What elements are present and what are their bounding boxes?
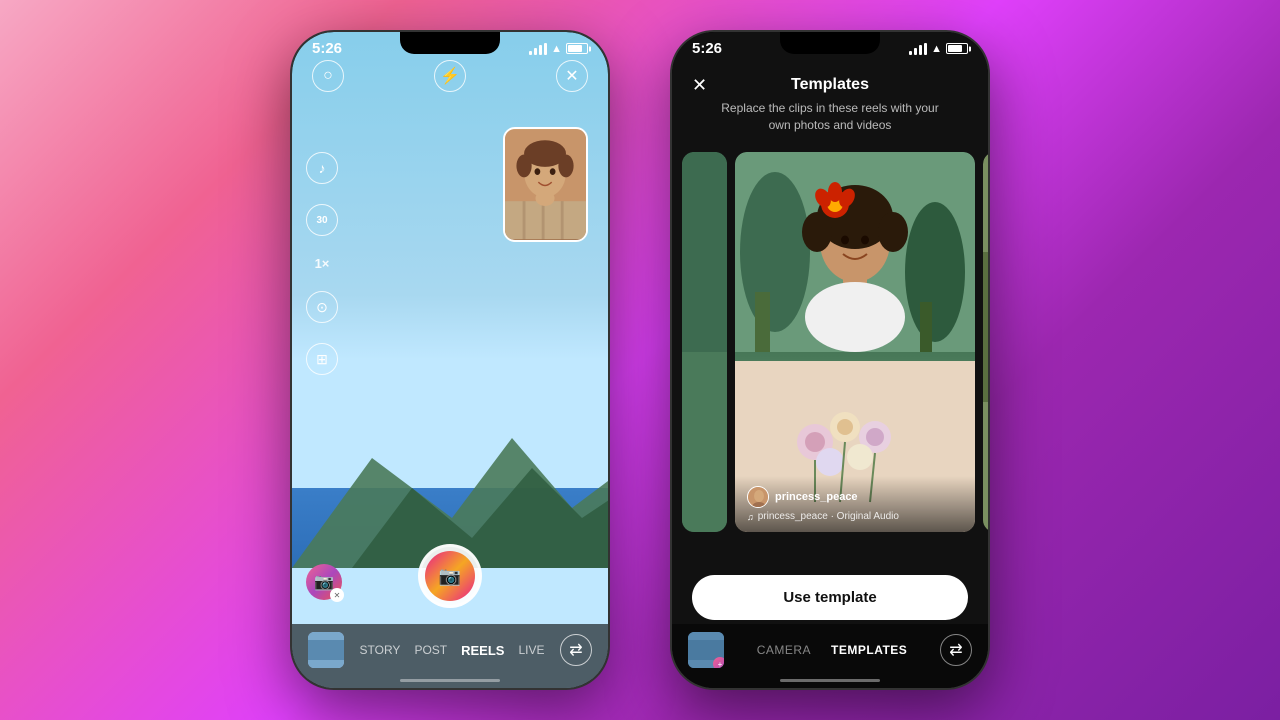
time-phone2: 5:26 bbox=[692, 40, 722, 57]
signal-icon bbox=[529, 43, 547, 55]
nav-item-reels[interactable]: REELS bbox=[461, 643, 504, 658]
gallery-icon[interactable]: 📷 ✕ bbox=[306, 564, 342, 600]
templates-nav-items: CAMERA TEMPLATES bbox=[757, 643, 908, 657]
audio-text: princess_peace · Original Audio bbox=[758, 511, 899, 522]
signal-icon-2 bbox=[909, 43, 927, 55]
flip-button-2[interactable]: ⇄ bbox=[940, 634, 972, 666]
battery-icon bbox=[566, 43, 588, 54]
left-card-image bbox=[682, 152, 727, 532]
templates-header: ✕ Templates Replace the clips in these r… bbox=[672, 60, 988, 134]
notch-2 bbox=[780, 32, 880, 54]
templates-close-button[interactable]: ✕ bbox=[692, 75, 707, 96]
bolt-icon[interactable]: ⚡ bbox=[434, 60, 466, 92]
creator-avatar bbox=[747, 486, 769, 508]
use-template-button[interactable]: Use template bbox=[692, 575, 968, 620]
template-scroll-area[interactable]: princess_peace ♫ princess_peace · Origin… bbox=[672, 152, 988, 578]
status-icons-phone1: ▲ bbox=[529, 43, 588, 55]
time-phone1: 5:26 bbox=[312, 40, 342, 57]
phone-2-templates: 5:26 ▲ ✕ Templates Replace the clips in … bbox=[670, 30, 990, 690]
template-person-illustration bbox=[735, 152, 975, 352]
home-indicator bbox=[400, 679, 500, 682]
creator-info: princess_peace ♫ princess_peace · Origin… bbox=[735, 476, 975, 532]
template-card-left[interactable] bbox=[682, 152, 727, 578]
nav-item-camera[interactable]: CAMERA bbox=[757, 643, 811, 657]
templates-title-row: ✕ Templates bbox=[692, 76, 968, 94]
shutter-inner: 📷 bbox=[425, 551, 475, 601]
speed-tool[interactable]: 1× bbox=[306, 256, 338, 271]
wifi-icon: ▲ bbox=[551, 43, 562, 55]
gallery-thumbnail-2[interactable]: + bbox=[688, 632, 724, 668]
selfie-face bbox=[505, 129, 586, 240]
nav-item-live[interactable]: LIVE bbox=[518, 643, 544, 657]
add-badge: + bbox=[713, 657, 724, 668]
home-indicator-2 bbox=[780, 679, 880, 682]
camera-tools: ♪ 30 1× ⊙ ⊞ bbox=[306, 152, 338, 375]
gallery-thumb-image bbox=[308, 632, 344, 668]
nav-item-post[interactable]: POST bbox=[414, 643, 447, 657]
bottom-nav-items: STORY POST REELS LIVE bbox=[360, 643, 545, 658]
flip-camera-button[interactable]: ⇄ bbox=[560, 634, 592, 666]
nav-item-story[interactable]: STORY bbox=[360, 643, 401, 657]
music-tool-icon[interactable]: ♪ bbox=[306, 152, 338, 184]
avatar-image bbox=[748, 487, 769, 508]
wifi-icon-2: ▲ bbox=[931, 43, 942, 55]
templates-title: Templates bbox=[791, 76, 869, 94]
countdown-tool-icon[interactable]: ⊙ bbox=[306, 291, 338, 323]
notch bbox=[400, 32, 500, 54]
status-icons-phone2: ▲ bbox=[909, 43, 968, 55]
right-card-image bbox=[983, 152, 988, 532]
camera-top-bar: ○ ⚡ ✕ bbox=[292, 60, 608, 92]
templates-subtitle: Replace the clips in these reels with yo… bbox=[692, 100, 968, 134]
audio-icon: ♫ bbox=[747, 512, 754, 522]
phone-1-camera: 5:26 ▲ ○ ⚡ ✕ bbox=[290, 30, 610, 690]
layout-tool-icon[interactable]: ⊞ bbox=[306, 343, 338, 375]
selfie-preview[interactable] bbox=[503, 127, 588, 242]
template-card-main[interactable]: princess_peace ♫ princess_peace · Origin… bbox=[735, 152, 975, 532]
audio-row: ♫ princess_peace · Original Audio bbox=[747, 511, 963, 522]
template-card-right[interactable] bbox=[983, 152, 988, 578]
ring-icon[interactable]: ○ bbox=[312, 60, 344, 92]
creator-username: princess_peace bbox=[775, 491, 858, 503]
shutter-button[interactable]: 📷 bbox=[418, 544, 482, 608]
selfie-illustration bbox=[505, 127, 586, 242]
battery-icon-2 bbox=[946, 43, 968, 54]
gallery-button[interactable]: 📷 ✕ bbox=[306, 564, 342, 600]
close-icon[interactable]: ✕ bbox=[556, 60, 588, 92]
gallery-thumbnail[interactable] bbox=[308, 632, 344, 668]
gallery-badge: ✕ bbox=[330, 588, 344, 602]
nav-item-templates[interactable]: TEMPLATES bbox=[831, 643, 907, 657]
timer30-tool-icon[interactable]: 30 bbox=[306, 204, 338, 236]
creator-row: princess_peace bbox=[747, 486, 963, 508]
